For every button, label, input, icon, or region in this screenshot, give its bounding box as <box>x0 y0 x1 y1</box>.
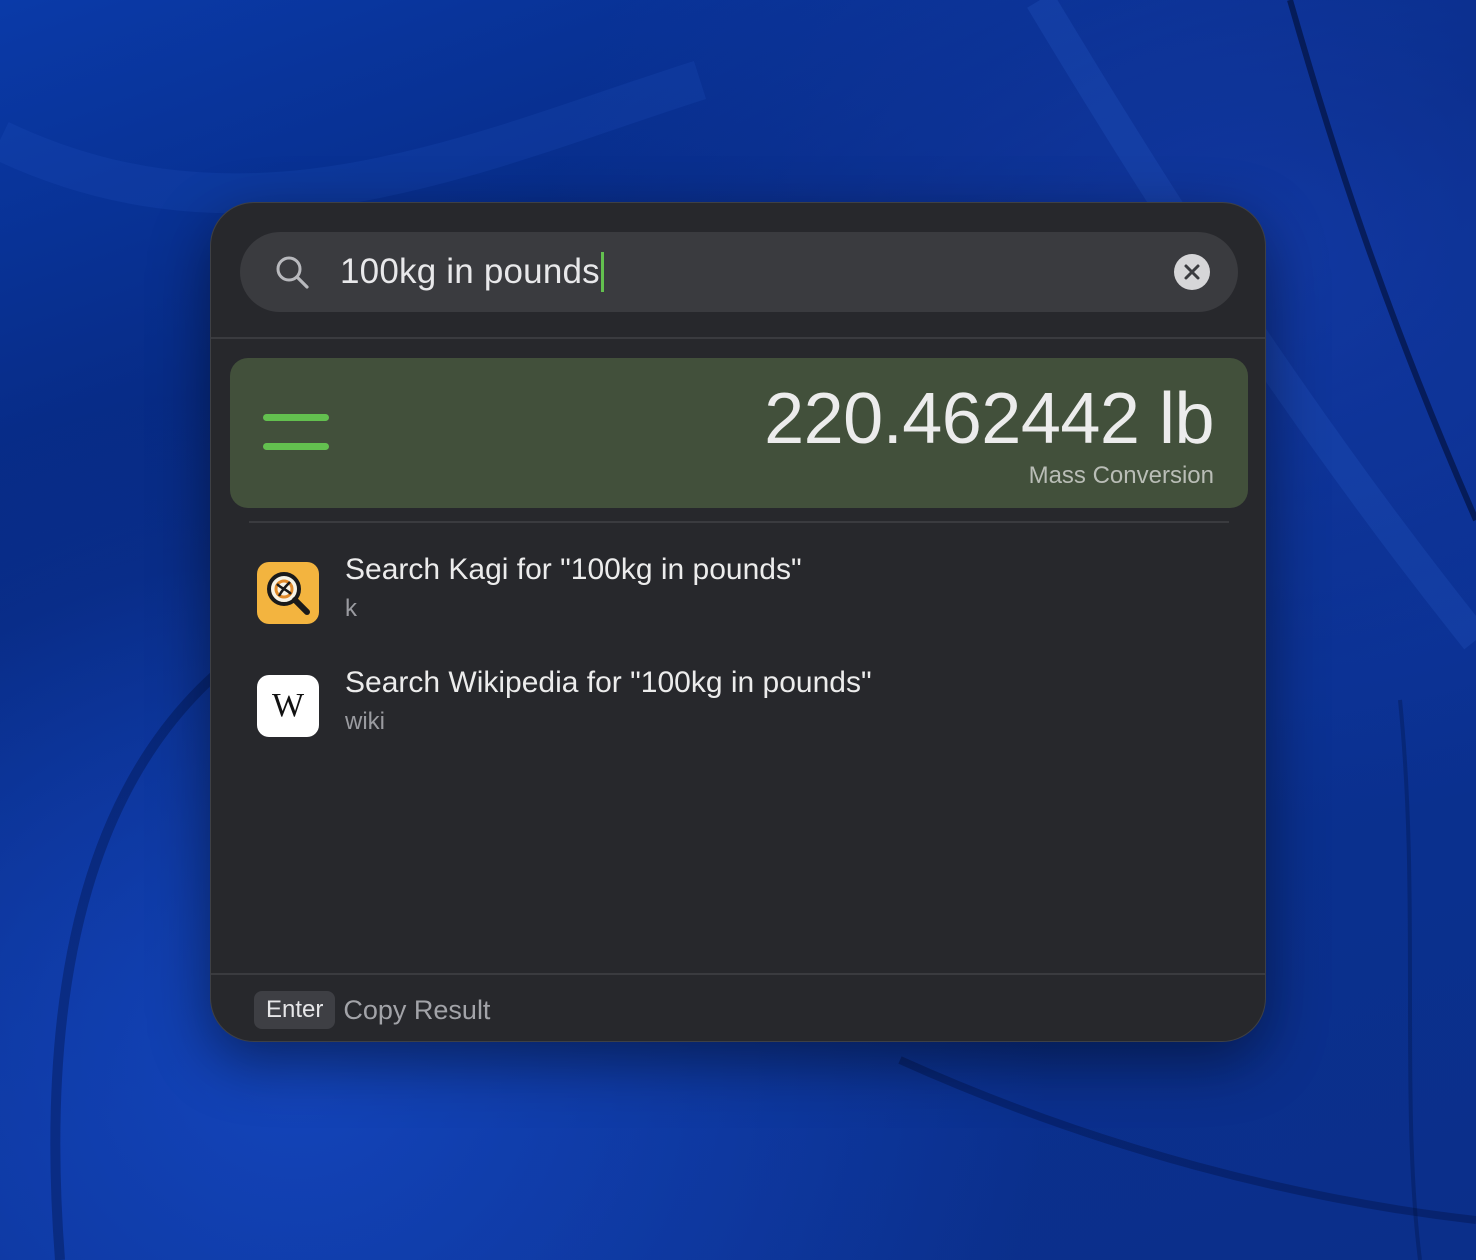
action-bar: Enter Copy Result <box>254 991 490 1029</box>
enter-key-badge[interactable]: Enter <box>254 991 336 1029</box>
clear-search-button[interactable] <box>1174 254 1210 290</box>
footer-divider <box>211 973 1265 975</box>
item-subtitle: wiki <box>345 708 385 735</box>
search-query-text: 100kg in pounds <box>340 252 600 291</box>
close-icon <box>1184 264 1200 280</box>
kagi-icon <box>257 562 319 624</box>
search-input[interactable]: 100kg in pounds <box>340 246 604 298</box>
item-title: Search Wikipedia for "100kg in pounds" <box>345 666 872 699</box>
wikipedia-logo-letter: W <box>271 687 305 724</box>
copy-result-action[interactable]: Copy Result <box>343 995 490 1026</box>
item-subtitle: k <box>345 595 357 622</box>
wikipedia-icon: W <box>257 675 319 737</box>
search-icon <box>276 256 309 289</box>
result-value: 220.462442 lb <box>764 379 1214 459</box>
text-caret <box>600 252 604 292</box>
launcher-window: 100kg in pounds 220.462442 lb Mass Conve… <box>210 202 1266 1042</box>
list-item-wikipedia-search[interactable]: W Search Wikipedia for "100kg in pounds"… <box>255 666 1225 756</box>
conversion-result-card[interactable]: 220.462442 lb Mass Conversion <box>230 358 1248 508</box>
list-item-kagi-search[interactable]: Search Kagi for "100kg in pounds" k <box>255 553 1225 643</box>
search-bar[interactable]: 100kg in pounds <box>240 232 1238 312</box>
item-title: Search Kagi for "100kg in pounds" <box>345 553 802 586</box>
search-divider <box>211 337 1265 339</box>
result-subtitle: Mass Conversion <box>1028 462 1214 489</box>
results-divider <box>249 521 1229 523</box>
equals-icon <box>263 414 329 450</box>
